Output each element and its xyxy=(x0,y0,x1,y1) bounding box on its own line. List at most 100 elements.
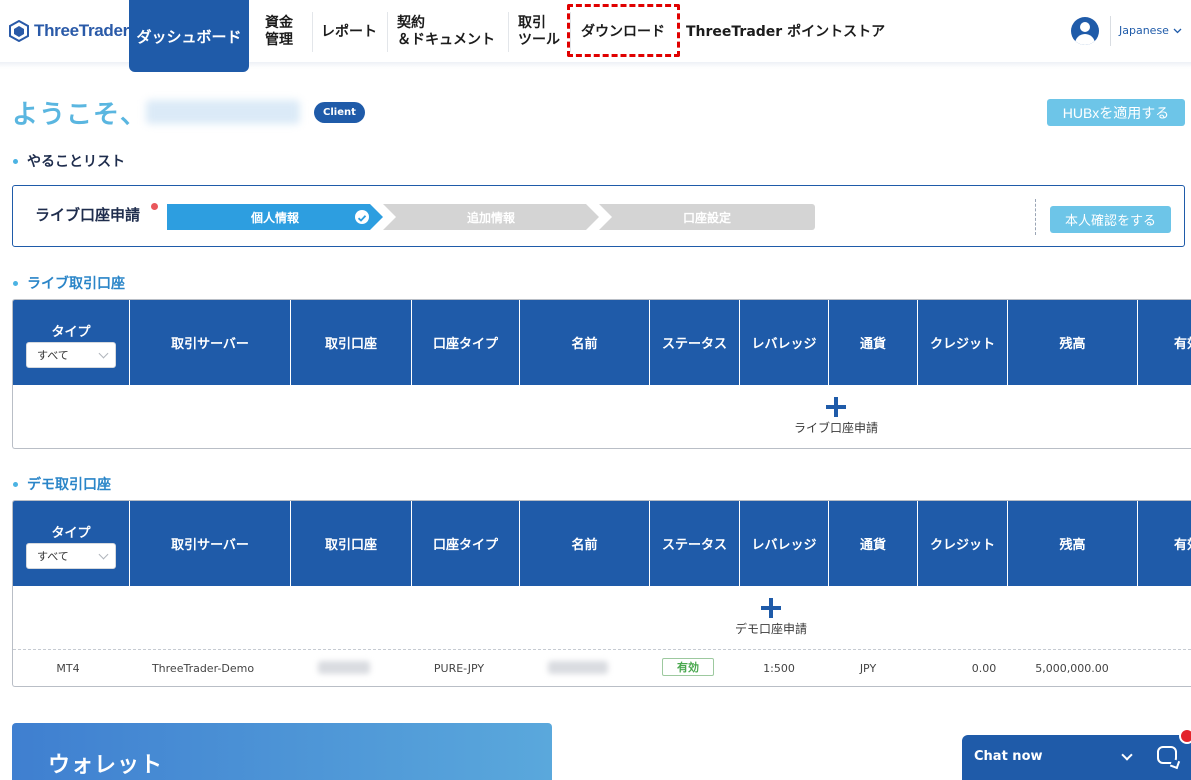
todo-title: やることリスト xyxy=(27,154,125,170)
col-credit: クレジット xyxy=(917,501,1007,586)
step-label: 個人情報 xyxy=(250,210,299,225)
nav-funds[interactable]: 資金 管理 xyxy=(265,0,293,64)
brand-name: ThreeTrader xyxy=(34,21,129,40)
step-label: 口座設定 xyxy=(682,210,731,225)
col-leverage: レバレッジ xyxy=(739,300,828,385)
nav-tools-line2: ツール xyxy=(518,32,560,48)
brand-logo[interactable]: ThreeTrader xyxy=(8,20,129,42)
welcome-greeting: ようこそ、 xyxy=(12,100,148,130)
verify-identity-button[interactable]: 本人確認をする xyxy=(1050,206,1171,233)
apply-demo-label: デモ口座申請 xyxy=(735,622,808,636)
user-icon-head xyxy=(1080,22,1090,32)
user-name-redacted xyxy=(146,100,300,124)
chat-widget[interactable]: Chat now xyxy=(962,735,1191,780)
col-valid: 有効 xyxy=(1137,300,1191,385)
bullet-icon xyxy=(13,481,18,487)
type-filter-value: すべて xyxy=(37,349,69,362)
col-status: ステータス xyxy=(649,300,739,385)
col-account: 取引口座 xyxy=(290,501,411,586)
cell-leverage: 1:500 xyxy=(763,662,795,675)
status-badge: 有効 xyxy=(662,658,714,676)
col-account: 取引口座 xyxy=(290,300,411,385)
step-account-settings[interactable]: 口座設定 xyxy=(599,204,815,230)
language-label: Japanese xyxy=(1119,24,1169,37)
demo-accounts-table: タイプ すべて 取引サーバー 取引口座 口座タイプ 名前 ステータス レバレッジ… xyxy=(12,500,1191,687)
col-type-label: タイプ xyxy=(51,325,91,340)
nav-report[interactable]: レポート xyxy=(321,0,377,64)
apply-live-label: ライブ口座申請 xyxy=(794,421,879,435)
col-currency: 通貨 xyxy=(828,501,917,586)
client-badge: Client xyxy=(314,102,365,123)
cell-balance: 5,000,000.00 xyxy=(1035,662,1109,675)
nav-tools[interactable]: 取引 ツール xyxy=(518,0,560,64)
nav-divider xyxy=(387,12,388,52)
row-divider xyxy=(13,649,1191,650)
cell-platform: MT4 xyxy=(56,662,80,675)
demo-add-area: デモ口座申請 xyxy=(13,586,1191,650)
header-divider xyxy=(1110,16,1111,46)
todo-divider xyxy=(1035,199,1036,235)
language-selector[interactable]: Japanese xyxy=(1119,24,1182,37)
step-label: 追加情報 xyxy=(466,210,515,225)
todo-section-title: やることリスト xyxy=(12,151,125,171)
col-type-label: タイプ xyxy=(51,526,91,541)
todo-item-label: ライブ口座申請 xyxy=(35,206,141,224)
table-header: タイプ すべて 取引サーバー 取引口座 口座タイプ 名前 ステータス レバレッジ… xyxy=(13,501,1191,586)
col-type: タイプ すべて xyxy=(13,501,129,586)
brand-logo-icon xyxy=(9,20,29,42)
user-avatar[interactable] xyxy=(1071,17,1099,45)
step-personal-info[interactable]: 個人情報 xyxy=(167,204,383,230)
cell-server: ThreeTrader-Demo xyxy=(151,662,255,675)
nav-divider xyxy=(570,12,571,52)
col-account-type: 口座タイプ xyxy=(411,300,519,385)
table-header: タイプ すべて 取引サーバー 取引口座 口座タイプ 名前 ステータス レバレッジ… xyxy=(13,300,1191,385)
apply-live-account-button[interactable]: ライブ口座申請 xyxy=(794,397,878,436)
col-name: 名前 xyxy=(519,501,649,586)
notification-badge xyxy=(1179,728,1191,744)
nav-download[interactable]: ダウンロード xyxy=(581,0,665,64)
apply-hubx-button[interactable]: HUBxを適用する xyxy=(1047,99,1185,126)
col-type: タイプ すべて xyxy=(13,300,129,385)
nav-funds-line2: 管理 xyxy=(265,32,293,48)
col-status: ステータス xyxy=(649,501,739,586)
type-filter-select[interactable]: すべて xyxy=(26,543,116,569)
bullet-icon xyxy=(13,158,18,164)
cell-account-type: PURE-JPY xyxy=(433,662,485,675)
required-dot-icon xyxy=(151,203,158,210)
check-circle-icon xyxy=(355,210,369,224)
nav-points-store[interactable]: ThreeTrader ポイントストア xyxy=(686,0,885,64)
nav-divider xyxy=(508,12,509,52)
chevron-down-icon xyxy=(98,348,109,358)
nav-funds-line1: 資金 xyxy=(265,15,293,31)
col-valid: 有効 xyxy=(1137,501,1191,586)
type-filter-value: すべて xyxy=(37,550,69,563)
chevron-down-icon xyxy=(98,549,109,559)
col-server: 取引サーバー xyxy=(129,501,290,586)
chevron-down-icon[interactable] xyxy=(1121,749,1133,761)
col-credit: クレジット xyxy=(917,300,1007,385)
todo-list-box: ライブ口座申請 個人情報 追加情報 口座設定 本人確認をする xyxy=(12,185,1185,247)
plus-icon xyxy=(826,397,846,417)
col-balance: 残高 xyxy=(1007,300,1137,385)
nav-contracts-line1: 契約 xyxy=(397,15,425,31)
nav-contracts[interactable]: 契約 ＆ドキュメント xyxy=(397,0,495,64)
live-section-title: ライブ取引口座 xyxy=(12,273,125,293)
cell-name-redacted xyxy=(548,661,608,674)
live-title: ライブ取引口座 xyxy=(27,276,125,292)
nav-dashboard[interactable]: ダッシュボード xyxy=(129,0,249,72)
col-server: 取引サーバー xyxy=(129,300,290,385)
type-filter-select[interactable]: すべて xyxy=(26,342,116,368)
chevron-down-icon xyxy=(1173,28,1182,33)
chat-bubble-icon xyxy=(1157,746,1177,764)
col-leverage: レバレッジ xyxy=(739,501,828,586)
demo-title: デモ取引口座 xyxy=(27,477,111,493)
live-accounts-table: タイプ すべて 取引サーバー 取引口座 口座タイプ 名前 ステータス レバレッジ… xyxy=(12,299,1191,449)
bullet-icon xyxy=(13,280,18,286)
apply-demo-account-button[interactable]: デモ口座申請 xyxy=(735,598,807,637)
nav-tools-line1: 取引 xyxy=(518,15,546,31)
col-account-type: 口座タイプ xyxy=(411,501,519,586)
cell-currency: JPY xyxy=(859,662,877,675)
step-additional-info[interactable]: 追加情報 xyxy=(383,204,599,230)
wallet-title: ウォレット xyxy=(48,753,164,778)
cell-account-redacted xyxy=(318,661,370,674)
